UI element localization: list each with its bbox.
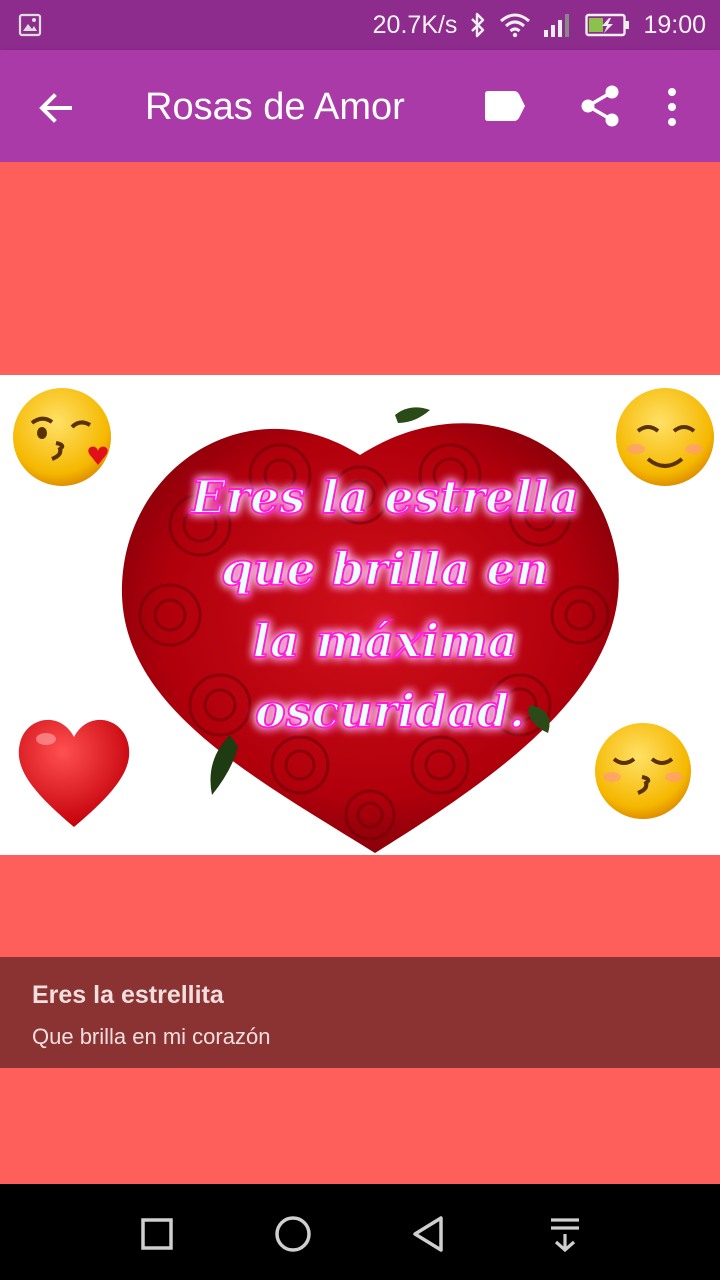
back-arrow-icon[interactable] (36, 88, 76, 128)
quote-line-2: que brilla en (221, 542, 549, 596)
image-artwork: Eres la estrella que brilla en la máxima… (13, 388, 714, 853)
love-quote-image[interactable]: Eres la estrella que brilla en la máxima… (0, 375, 720, 855)
share-icon[interactable] (578, 84, 622, 128)
kissing-heart-emoji (13, 388, 111, 486)
more-vert-icon[interactable] (660, 86, 684, 128)
app-title: Rosas de Amor (145, 86, 405, 128)
network-speed: 20.7K/s (372, 10, 458, 39)
back-triangle-icon[interactable] (407, 1212, 451, 1256)
bluetooth-icon (471, 12, 485, 38)
recents-square-icon[interactable] (135, 1212, 179, 1256)
notification-pull-icon[interactable] (543, 1212, 587, 1256)
clock: 19:00 (643, 10, 706, 39)
home-circle-icon[interactable] (271, 1212, 315, 1256)
status-bar: 20.7K/s 19:00 (0, 0, 720, 50)
app-bar: Rosas de Amor (0, 50, 720, 162)
quote-line-1: Eres la estrella (189, 470, 579, 524)
signal-icon (544, 14, 570, 37)
caption-subtitle: Que brilla en mi corazón (32, 1024, 271, 1049)
quote-line-4: oscuridad. (255, 684, 525, 738)
red-heart-emoji (18, 719, 130, 827)
smiling-blush-emoji (616, 388, 714, 486)
kissing-closed-eyes-emoji (595, 723, 691, 819)
caption-title: Eres la estrellita (32, 981, 224, 1009)
wifi-icon (500, 13, 531, 38)
image-notification-icon (18, 13, 42, 37)
caption-panel: Eres la estrellita Que brilla en mi cora… (0, 957, 720, 1068)
system-nav-bar (0, 1184, 720, 1280)
battery-charging-icon (585, 13, 630, 37)
quote-line-3: la máxima (252, 614, 517, 668)
content-area: Eres la estrella que brilla en la máxima… (0, 162, 720, 1184)
label-icon[interactable] (484, 90, 526, 122)
status-right: 20.7K/s 19:00 (373, 0, 706, 50)
